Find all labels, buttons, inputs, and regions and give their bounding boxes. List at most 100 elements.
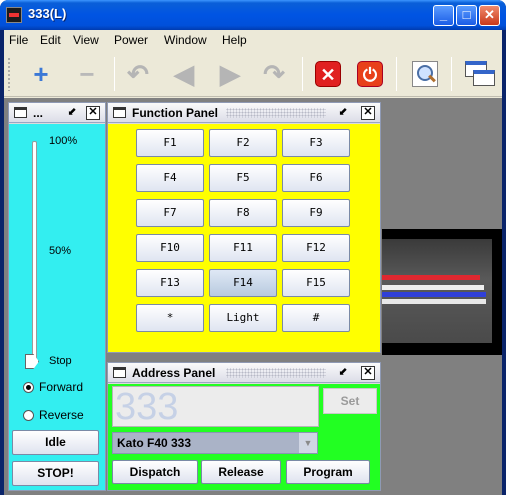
throttle-frame-title: ... — [33, 106, 44, 120]
program-button[interactable]: Program — [286, 460, 370, 484]
function-button-f9[interactable]: F9 — [282, 199, 350, 227]
function-button-f6[interactable]: F6 — [282, 164, 350, 192]
cascade-button[interactable] — [463, 57, 497, 91]
menu-power[interactable]: Power — [114, 33, 148, 47]
function-button-f4[interactable]: F4 — [136, 164, 204, 192]
stop-button[interactable]: ✕ — [311, 57, 345, 91]
toolbar-grip[interactable] — [7, 57, 11, 91]
minus-icon[interactable]: − — [70, 57, 104, 91]
loupe-icon — [412, 61, 438, 87]
function-button-f10[interactable]: F10 — [136, 234, 204, 262]
throttle-frame: ... ⬋ ✕ 100% 50% Stop Forward Reverse Id… — [8, 102, 106, 491]
function-button-f15[interactable]: F15 — [282, 269, 350, 297]
function-button-f14[interactable]: F14 — [209, 269, 277, 297]
function-button-hash[interactable]: # — [282, 304, 350, 332]
title-grip — [226, 368, 326, 378]
title-bar[interactable]: 333(L) _ □ ✕ — [0, 0, 506, 30]
iconify-icon[interactable]: ⬋ — [336, 366, 350, 380]
function-button-f7[interactable]: F7 — [136, 199, 204, 227]
throttle-body: 100% 50% Stop Forward Reverse Idle STOP! — [9, 124, 105, 490]
power-button[interactable]: ⏻ — [353, 57, 387, 91]
plus-icon[interactable]: + — [24, 57, 58, 91]
toolbar: + − ↶ ◀ ▶ ↷ ✕ ⏻ — [4, 51, 502, 97]
minimize-button[interactable]: _ — [433, 5, 454, 26]
frame-icon — [113, 107, 126, 118]
toolbar-separator — [114, 57, 115, 91]
title-grip — [226, 108, 326, 118]
rotate-right-icon[interactable]: ↷ — [257, 57, 291, 91]
dispatch-button[interactable]: Dispatch — [112, 460, 198, 484]
forward-radio[interactable]: Forward — [23, 380, 83, 394]
function-button-f13[interactable]: F13 — [136, 269, 204, 297]
release-button[interactable]: Release — [201, 460, 281, 484]
frame-icon — [14, 107, 27, 118]
function-button-f8[interactable]: F8 — [209, 199, 277, 227]
menu-view[interactable]: View — [73, 33, 99, 47]
frame-icon — [113, 367, 126, 378]
function-panel-frame: Function Panel ⬋ ✕ F1 F2 F3 F4 F5 F6 F7 … — [107, 102, 381, 353]
app-icon — [6, 7, 22, 23]
menu-window[interactable]: Window — [164, 33, 207, 47]
speed-slider[interactable] — [32, 141, 37, 362]
function-panel-title: Function Panel — [132, 106, 219, 120]
tick-label-stop: Stop — [49, 355, 72, 367]
rotate-left-icon[interactable]: ↶ — [121, 57, 155, 91]
function-panel-header[interactable]: Function Panel ⬋ ✕ — [108, 103, 380, 123]
reverse-label: Reverse — [39, 408, 84, 422]
address-field[interactable]: 333 — [112, 386, 319, 427]
app-window: 333(L) _ □ ✕ File Edit View Power Window… — [0, 0, 506, 495]
address-panel-frame: Address Panel ⬋ ✕ 333 Set Kato F40 333 ▼… — [107, 362, 381, 491]
iconify-icon[interactable]: ⬋ — [336, 106, 350, 120]
stop-icon: ✕ — [315, 61, 341, 87]
reverse-radio[interactable]: Reverse — [23, 408, 84, 422]
menu-edit[interactable]: Edit — [40, 33, 61, 47]
toolbar-separator — [451, 57, 452, 91]
arrow-right-icon[interactable]: ▶ — [213, 57, 247, 91]
function-button-light[interactable]: Light — [209, 304, 277, 332]
menu-help[interactable]: Help — [222, 33, 247, 47]
function-button-f12[interactable]: F12 — [282, 234, 350, 262]
function-button-f1[interactable]: F1 — [136, 129, 204, 157]
menu-bar: File Edit View Power Window Help — [4, 30, 502, 51]
frame-close-icon[interactable]: ✕ — [361, 366, 375, 380]
locomotive-stripe — [382, 285, 484, 290]
stop-speed-button[interactable]: STOP! — [12, 461, 99, 486]
tick-label-50: 50% — [49, 245, 72, 257]
menu-file[interactable]: File — [9, 33, 28, 47]
frame-close-icon[interactable]: ✕ — [86, 106, 100, 120]
locomotive-body — [382, 239, 492, 343]
function-button-f5[interactable]: F5 — [209, 164, 277, 192]
address-panel-body: 333 Set Kato F40 333 ▼ Dispatch Release … — [108, 384, 380, 490]
loupe-button[interactable] — [408, 57, 442, 91]
frame-close-icon[interactable]: ✕ — [361, 106, 375, 120]
function-button-star[interactable]: * — [136, 304, 204, 332]
chevron-down-icon[interactable]: ▼ — [299, 433, 317, 453]
radio-dot — [23, 409, 34, 421]
iconify-icon[interactable]: ⬋ — [65, 106, 79, 120]
locomotive-stripe — [382, 292, 486, 297]
address-panel-header[interactable]: Address Panel ⬋ ✕ — [108, 363, 380, 383]
forward-label: Forward — [39, 380, 84, 394]
function-button-f2[interactable]: F2 — [209, 129, 277, 157]
power-icon: ⏻ — [357, 61, 383, 87]
arrow-left-icon[interactable]: ◀ — [167, 57, 201, 91]
address-panel-title: Address Panel — [132, 366, 216, 380]
roster-select[interactable]: Kato F40 333 ▼ — [112, 432, 318, 454]
window-title: 333(L) — [28, 6, 67, 21]
idle-button[interactable]: Idle — [12, 430, 99, 455]
function-button-f3[interactable]: F3 — [282, 129, 350, 157]
throttle-frame-header[interactable]: ... ⬋ ✕ — [9, 103, 105, 123]
set-button[interactable]: Set — [323, 388, 377, 414]
function-button-f11[interactable]: F11 — [209, 234, 277, 262]
radio-dot — [23, 381, 34, 393]
toolbar-separator — [396, 57, 397, 91]
locomotive-stripe — [382, 299, 486, 304]
window-client: File Edit View Power Window Help + − ↶ ◀… — [4, 30, 502, 495]
locomotive-stripe — [382, 275, 480, 280]
close-button[interactable]: ✕ — [479, 5, 500, 26]
tick-label-100: 100% — [49, 135, 78, 147]
toolbar-separator — [302, 57, 303, 91]
roster-selected-value: Kato F40 333 — [117, 436, 192, 450]
function-panel-body: F1 F2 F3 F4 F5 F6 F7 F8 F9 F10 F11 F12 F… — [108, 124, 380, 352]
maximize-button[interactable]: □ — [456, 5, 477, 26]
